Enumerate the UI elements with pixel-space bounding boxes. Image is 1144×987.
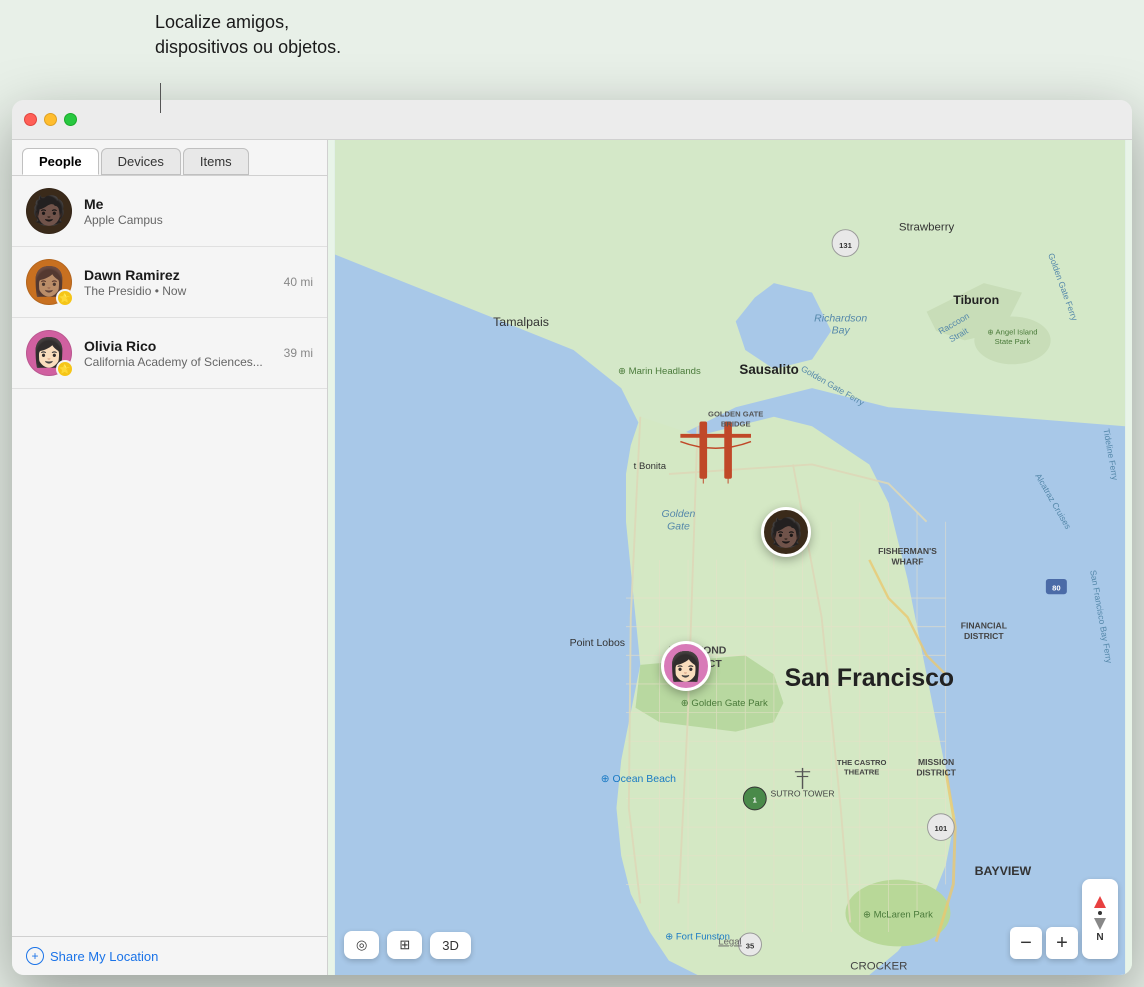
svg-text:BAYVIEW: BAYVIEW: [975, 864, 1032, 878]
map-zoom-controls: − +: [1010, 927, 1078, 959]
svg-text:Sausalito: Sausalito: [739, 362, 798, 377]
compass-center: [1098, 911, 1102, 915]
svg-text:⊕ Ocean Beach: ⊕ Ocean Beach: [601, 774, 676, 785]
person-name-me: Me: [84, 196, 301, 212]
avatar-badge-olivia: ⭐: [56, 360, 74, 378]
svg-text:State Park: State Park: [995, 337, 1031, 346]
svg-text:Tamalpais: Tamalpais: [493, 315, 549, 329]
location-button[interactable]: ◎: [344, 931, 379, 959]
three-d-label: 3D: [442, 938, 459, 953]
app-window: People Devices Items 🧑🏿 Me Apple Campus: [12, 100, 1132, 975]
share-location-label: Share My Location: [50, 949, 158, 964]
map-pin-avatar-me: 🧑🏿: [761, 507, 811, 557]
svg-text:Point Lobos: Point Lobos: [570, 638, 625, 649]
zoom-in-button[interactable]: +: [1046, 927, 1078, 959]
svg-text:SUTRO TOWER: SUTRO TOWER: [771, 789, 835, 799]
close-button[interactable]: [24, 113, 37, 126]
svg-text:Legal: Legal: [718, 936, 741, 947]
svg-text:FINANCIAL: FINANCIAL: [961, 621, 1007, 631]
share-location-footer[interactable]: + Share My Location: [12, 936, 327, 975]
avatar-circle-me: 🧑🏿: [26, 188, 72, 234]
svg-text:GOLDEN GATE: GOLDEN GATE: [708, 410, 763, 419]
svg-text:Gate: Gate: [667, 521, 690, 532]
traffic-lights: [24, 113, 77, 126]
map-pin-avatar-olivia: 👩🏻: [661, 641, 711, 691]
person-location-me: Apple Campus: [84, 213, 301, 227]
svg-text:1: 1: [753, 795, 758, 804]
svg-text:⊕ Golden Gate Park: ⊕ Golden Gate Park: [681, 698, 768, 709]
person-item-me[interactable]: 🧑🏿 Me Apple Campus: [12, 176, 327, 247]
minimize-button[interactable]: [44, 113, 57, 126]
maximize-button[interactable]: [64, 113, 77, 126]
person-name-dawn: Dawn Ramirez: [84, 267, 272, 283]
svg-text:35: 35: [746, 941, 755, 950]
svg-text:⊕ McLaren Park: ⊕ McLaren Park: [863, 910, 933, 921]
svg-text:⊕ Angel Island: ⊕ Angel Island: [987, 328, 1037, 337]
map-svg: 101 1 131 80 35: [328, 140, 1132, 975]
map-type-icon: ⊞: [399, 937, 410, 953]
tab-items[interactable]: Items: [183, 148, 249, 175]
svg-text:FISHERMAN'S: FISHERMAN'S: [878, 546, 937, 556]
svg-text:BRIDGE: BRIDGE: [721, 419, 751, 428]
avatar-dawn: 👩🏽 ⭐: [26, 259, 72, 305]
person-info-dawn: Dawn Ramirez The Presidio • Now: [84, 267, 272, 298]
person-distance-dawn: 40 mi: [284, 275, 313, 289]
person-item-dawn[interactable]: 👩🏽 ⭐ Dawn Ramirez The Presidio • Now 40 …: [12, 247, 327, 318]
person-name-olivia: Olivia Rico: [84, 338, 272, 354]
three-d-button[interactable]: 3D: [430, 932, 471, 959]
avatar-olivia: 👩🏻 ⭐: [26, 330, 72, 376]
svg-text:San Francisco: San Francisco: [785, 665, 955, 692]
tooltip-pointer-line: [160, 83, 161, 113]
compass-north: [1094, 896, 1106, 908]
people-list: 🧑🏿 Me Apple Campus 👩🏽 ⭐: [12, 176, 327, 936]
person-item-olivia[interactable]: 👩🏻 ⭐ Olivia Rico California Academy of S…: [12, 318, 327, 389]
tooltip-line2: dispositivos ou objetos.: [155, 35, 341, 60]
sidebar: People Devices Items 🧑🏿 Me Apple Campus: [12, 140, 328, 975]
location-icon: ◎: [356, 937, 367, 953]
svg-text:MISSION: MISSION: [918, 757, 954, 767]
compass-control[interactable]: N: [1082, 879, 1118, 959]
svg-text:THE CASTRO: THE CASTRO: [837, 758, 887, 767]
svg-text:THEATRE: THEATRE: [844, 768, 879, 777]
avatar-emoji-me: 🧑🏿: [27, 189, 71, 233]
map-type-button[interactable]: ⊞: [387, 931, 422, 959]
svg-text:t Bonita: t Bonita: [634, 461, 667, 472]
zoom-out-button[interactable]: −: [1010, 927, 1042, 959]
person-location-dawn: The Presidio • Now: [84, 284, 272, 298]
person-location-olivia: California Academy of Sciences...: [84, 355, 272, 369]
tooltip-callout: Localize amigos, dispositivos ou objetos…: [155, 10, 341, 60]
svg-text:CROCKER: CROCKER: [850, 960, 907, 972]
svg-text:DISTRICT: DISTRICT: [916, 768, 956, 778]
person-info-me: Me Apple Campus: [84, 196, 301, 227]
person-distance-olivia: 39 mi: [284, 346, 313, 360]
tab-bar: People Devices Items: [12, 140, 327, 176]
avatar-me: 🧑🏿: [26, 188, 72, 234]
main-content: People Devices Items 🧑🏿 Me Apple Campus: [12, 140, 1132, 975]
tab-devices[interactable]: Devices: [101, 148, 181, 175]
svg-text:Strawberry: Strawberry: [899, 222, 955, 234]
tab-people[interactable]: People: [22, 148, 99, 175]
svg-text:Bay: Bay: [832, 326, 851, 337]
tooltip-line1: Localize amigos,: [155, 10, 341, 35]
map-pin-olivia[interactable]: 👩🏻: [661, 641, 711, 691]
svg-text:DISTRICT: DISTRICT: [964, 631, 1004, 641]
share-location-icon: +: [26, 947, 44, 965]
svg-text:Tiburon: Tiburon: [953, 293, 999, 307]
avatar-badge-dawn: ⭐: [56, 289, 74, 307]
map-pin-me[interactable]: 🧑🏿: [761, 507, 811, 557]
svg-text:101: 101: [935, 824, 948, 833]
svg-text:WHARF: WHARF: [892, 557, 924, 567]
title-bar: [12, 100, 1132, 140]
svg-text:80: 80: [1052, 583, 1060, 592]
compass-south: [1094, 918, 1106, 930]
svg-text:Golden: Golden: [662, 509, 696, 520]
svg-text:⊕ Marin Headlands: ⊕ Marin Headlands: [618, 366, 701, 377]
compass-n-label: N: [1096, 932, 1103, 943]
map-container[interactable]: 101 1 131 80 35: [328, 140, 1132, 975]
map-bottom-controls: ◎ ⊞ 3D: [344, 931, 471, 959]
svg-text:Richardson: Richardson: [814, 313, 867, 324]
person-info-olivia: Olivia Rico California Academy of Scienc…: [84, 338, 272, 369]
svg-text:131: 131: [839, 241, 852, 250]
